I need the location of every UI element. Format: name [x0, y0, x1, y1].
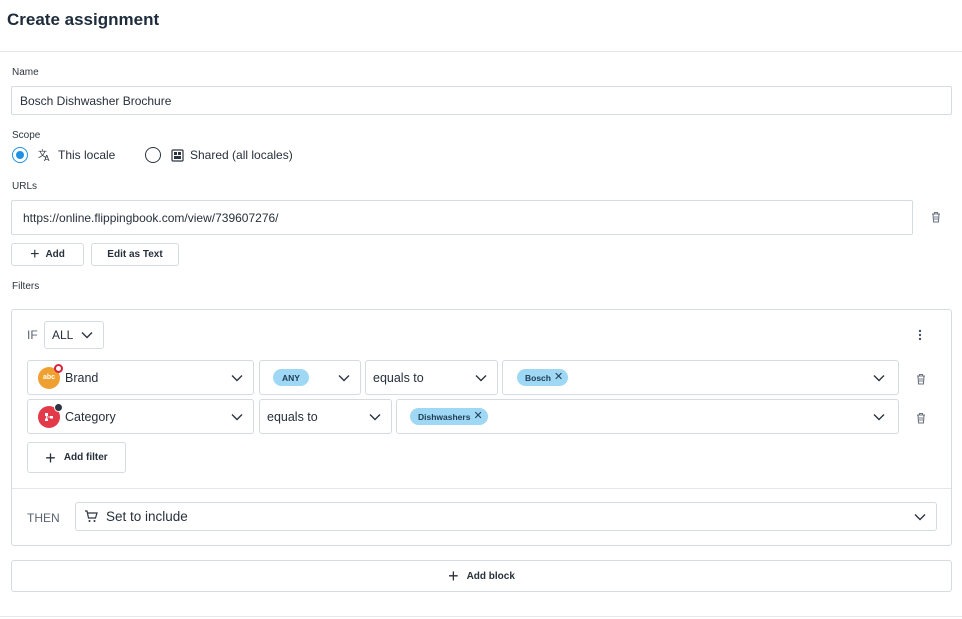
value-chip: Bosch ✕: [517, 369, 569, 386]
header-divider: [0, 51, 962, 52]
name-input[interactable]: Bosch Dishwasher Brochure: [11, 86, 952, 115]
delete-filter-trash-icon[interactable]: [916, 372, 926, 390]
add-block-label: Add block: [466, 570, 515, 582]
translate-icon: 文A: [38, 148, 52, 162]
quantifier-select[interactable]: ANY: [259, 360, 361, 395]
chevron-down-icon: [475, 374, 487, 381]
value-chip: Dishwashers ✕: [410, 408, 488, 425]
then-divider: [12, 488, 951, 489]
this-locale-label: This locale: [58, 148, 116, 162]
urls-label: URLs: [12, 181, 38, 192]
if-label: IF: [27, 328, 38, 342]
match-mode-value: ALL: [52, 328, 74, 342]
chevron-down-icon: [914, 513, 926, 520]
add-block-button[interactable]: + Add block: [11, 560, 952, 592]
add-filter-label: Add filter: [63, 452, 108, 463]
add-filter-button[interactable]: + Add filter: [27, 442, 126, 473]
close-icon[interactable]: ✕: [554, 372, 563, 383]
page-title: Create assignment: [7, 10, 160, 29]
more-options-icon[interactable]: [918, 328, 922, 346]
delete-filter-trash-icon[interactable]: [916, 411, 926, 429]
scope-option-this-locale[interactable]: 文A This locale: [12, 147, 115, 163]
filter-value-select[interactable]: Bosch ✕: [502, 360, 899, 395]
add-url-label: Add: [45, 249, 65, 260]
shared-icon: [171, 148, 184, 162]
match-mode-select[interactable]: ALL: [44, 321, 104, 349]
value-chip-label: Dishwashers: [418, 411, 471, 422]
chevron-down-icon: [369, 413, 381, 420]
svg-text:A: A: [44, 154, 50, 162]
delete-url-trash-icon[interactable]: [931, 210, 941, 228]
scope-option-shared[interactable]: Shared (all locales): [145, 147, 293, 163]
attribute-value: Category: [65, 409, 116, 424]
operator-value: equals to: [373, 370, 424, 385]
url-input[interactable]: https://online.flippingbook.com/view/739…: [11, 200, 913, 235]
attribute-value: Brand: [65, 370, 99, 385]
chevron-down-icon: [231, 413, 243, 420]
then-action-select[interactable]: Set to include: [75, 502, 937, 531]
edit-as-text-label: Edit as Text: [107, 249, 163, 260]
cart-icon: [84, 510, 98, 523]
add-url-button[interactable]: + Add: [11, 243, 84, 266]
chevron-down-icon: [873, 374, 885, 381]
chevron-down-icon: [338, 374, 350, 381]
this-locale-radio[interactable]: [12, 147, 28, 163]
quantifier-chip: ANY: [273, 369, 309, 386]
chevron-down-icon: [231, 374, 243, 381]
chevron-down-icon: [873, 413, 885, 420]
scope-label: Scope: [12, 130, 41, 141]
operator-select[interactable]: equals to: [259, 399, 392, 434]
chevron-down-icon: [81, 332, 93, 339]
name-value: Bosch Dishwasher Brochure: [20, 93, 172, 108]
plus-icon: +: [30, 245, 40, 263]
plus-icon: +: [448, 566, 459, 586]
close-icon[interactable]: ✕: [473, 411, 482, 422]
abc-text-attribute-icon: abc: [38, 363, 63, 389]
category-tree-icon: [38, 402, 63, 428]
footer-divider: [0, 616, 962, 617]
name-label: Name: [12, 67, 39, 78]
shared-label: Shared (all locales): [190, 148, 293, 162]
filter-attribute-select[interactable]: abc Brand: [27, 360, 254, 395]
operator-value: equals to: [267, 409, 318, 424]
then-label: THEN: [27, 511, 60, 525]
filter-value-select[interactable]: Dishwashers ✕: [396, 399, 899, 434]
filter-attribute-select[interactable]: Category: [27, 399, 254, 434]
shared-radio[interactable]: [145, 147, 161, 163]
then-action-value: Set to include: [106, 509, 188, 524]
operator-select[interactable]: equals to: [365, 360, 498, 395]
url-value: https://online.flippingbook.com/view/739…: [23, 210, 279, 225]
edit-as-text-button[interactable]: Edit as Text: [91, 243, 179, 266]
filters-label: Filters: [12, 281, 40, 292]
value-chip-label: Bosch: [525, 372, 551, 383]
plus-icon: +: [45, 447, 56, 468]
